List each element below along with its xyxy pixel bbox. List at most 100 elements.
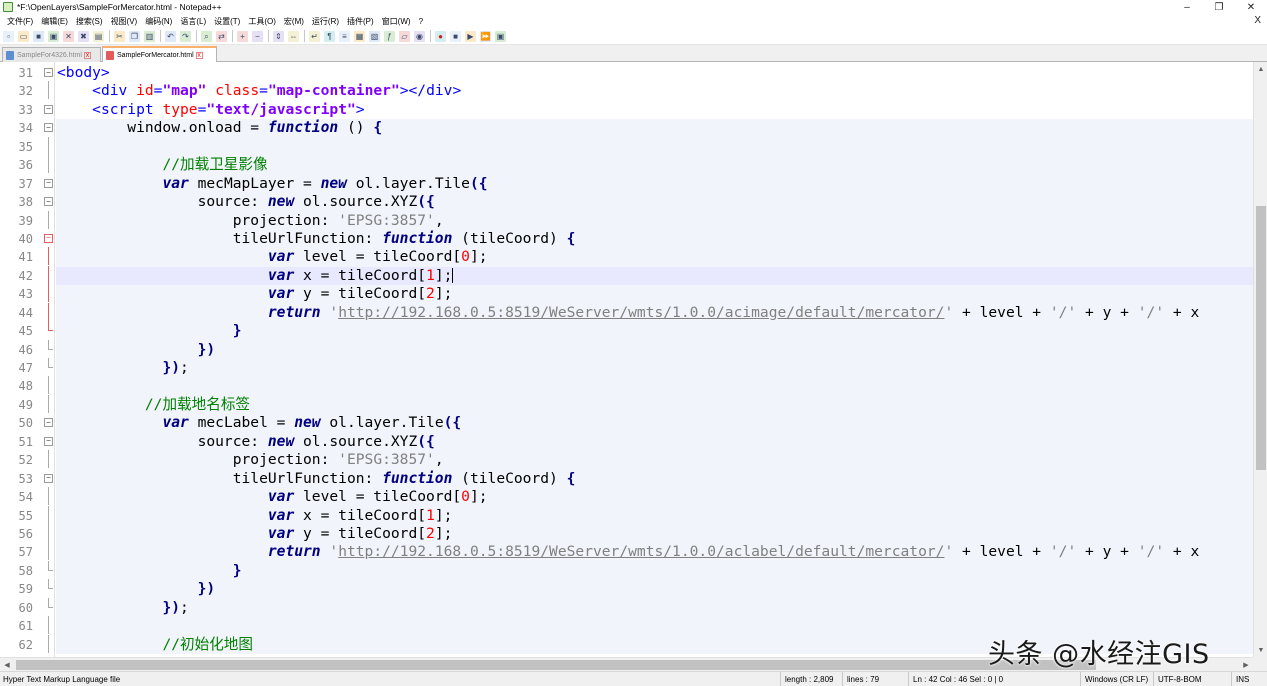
fold-toggle-icon[interactable]: −	[44, 123, 53, 133]
code-line[interactable]: 51 − source: new ol.source.XYZ({	[0, 432, 1253, 452]
code-line[interactable]: 40 − tileUrlFunction: function (tileCoord…	[0, 229, 1253, 249]
tab-close-icon[interactable]: x	[83, 51, 91, 59]
word-wrap-icon[interactable]: ↵	[309, 30, 320, 42]
close-all-icon[interactable]: ✖	[78, 30, 89, 42]
code-line[interactable]: 48	[0, 376, 1253, 396]
record-macro-icon[interactable]: ●	[435, 30, 446, 42]
code-line[interactable]: 34 − window.onload = function () {	[0, 119, 1253, 138]
doc-map-icon[interactable]: ▧	[369, 30, 380, 42]
monitoring-icon[interactable]: ◉	[414, 30, 425, 42]
tab-close-icon[interactable]: x	[195, 51, 203, 59]
code-line[interactable]: 46 })	[0, 339, 1253, 359]
code-line[interactable]: 33 − <script type="text/javascript">	[0, 101, 1253, 119]
play-multiple-icon[interactable]: ⏩	[480, 30, 491, 42]
code-line[interactable]: 59 })	[0, 579, 1253, 599]
tab-sampleformercator[interactable]: SampleForMercator.html x	[102, 46, 217, 62]
code-line[interactable]: 31 − <body>	[0, 64, 1253, 82]
sync-horizontal-icon[interactable]: ⇔	[288, 30, 299, 42]
save-macro-icon[interactable]: ▣	[495, 30, 506, 42]
menu-language[interactable]: 语言(L)	[176, 16, 210, 27]
scroll-right-arrow-icon[interactable]: ▶	[1239, 658, 1253, 672]
code-line[interactable]: 56 var y = tileCoord[2];	[0, 523, 1253, 544]
show-all-chars-icon[interactable]: ¶	[324, 30, 335, 42]
code-line[interactable]: 38 − source: new ol.source.XYZ({	[0, 193, 1253, 212]
menu-file[interactable]: 文件(F)	[3, 16, 37, 27]
fold-toggle-icon[interactable]: −	[44, 197, 53, 207]
code-line[interactable]: 52 projection: 'EPSG:3857',	[0, 450, 1253, 470]
find-icon[interactable]: ⌕	[201, 30, 212, 42]
copy-icon[interactable]: ❐	[129, 30, 140, 42]
code-line[interactable]: 54 var level = tileCoord[0];	[0, 487, 1253, 507]
scroll-down-arrow-icon[interactable]: ▼	[1254, 643, 1267, 657]
code-line[interactable]: 43 var y = tileCoord[2];	[0, 284, 1253, 304]
fold-toggle-icon[interactable]: −	[44, 473, 53, 483]
fold-toggle-icon[interactable]: −	[44, 233, 53, 243]
save-all-icon[interactable]: ▣	[48, 30, 59, 42]
new-file-icon[interactable]: ▫	[3, 30, 14, 42]
indent-guide-icon[interactable]: ≡	[339, 30, 350, 42]
menu-encoding[interactable]: 编码(N)	[141, 16, 176, 27]
restore-icon[interactable]: ❐	[1203, 0, 1235, 14]
menu-tools[interactable]: 工具(O)	[244, 16, 280, 27]
save-icon[interactable]: ■	[33, 30, 44, 42]
paste-icon[interactable]: ▥	[144, 30, 155, 42]
menu-plugins[interactable]: 插件(P)	[343, 16, 378, 27]
close-document-icon[interactable]: X	[1254, 14, 1261, 28]
print-icon[interactable]: ▤	[93, 30, 104, 42]
vertical-scrollbar[interactable]: ▲ ▼	[1253, 62, 1267, 657]
zoom-in-icon[interactable]: +	[237, 30, 248, 42]
code-line[interactable]: 32 <div id="map" class="map-container"><…	[0, 81, 1253, 100]
token-url[interactable]: http://192.168.0.5:8519/WeServer/wmts/1.…	[338, 543, 944, 560]
code-line[interactable]: 50 − var mecLabel = new ol.layer.Tile({	[0, 414, 1253, 433]
code-line[interactable]: 44 return 'http://192.168.0.5:8519/WeSer…	[0, 302, 1253, 323]
menu-view[interactable]: 视图(V)	[107, 16, 142, 27]
udl-icon[interactable]: ▦	[354, 30, 365, 42]
code-line[interactable]: 60 });	[0, 597, 1253, 618]
play-macro-icon[interactable]: ▶	[465, 30, 476, 42]
replace-icon[interactable]: ⇄	[216, 30, 227, 42]
fold-toggle-icon[interactable]: −	[44, 436, 53, 446]
undo-icon[interactable]: ↶	[165, 30, 176, 42]
code-line[interactable]: 35	[0, 136, 1253, 157]
function-list-icon[interactable]: ƒ	[384, 30, 395, 42]
code-line[interactable]: 41 var level = tileCoord[0];	[0, 247, 1253, 267]
vertical-scroll-thumb[interactable]	[1256, 206, 1266, 470]
stop-macro-icon[interactable]: ■	[450, 30, 461, 42]
code-editor[interactable]: 31− <body> 32 <div id="map" class="map-con…	[0, 62, 1253, 657]
menu-help[interactable]: ?	[415, 17, 427, 26]
scroll-up-arrow-icon[interactable]: ▲	[1254, 62, 1267, 76]
open-file-icon[interactable]: ▭	[18, 30, 29, 42]
code-line[interactable]: 55 var x = tileCoord[1];	[0, 505, 1253, 525]
sync-vertical-icon[interactable]: ⇕	[273, 30, 284, 42]
tab-samplefor4326[interactable]: SampleFor4326.html x	[2, 47, 101, 62]
code-line[interactable]: 42 var x = tileCoord[1];	[0, 265, 1253, 286]
fold-toggle-icon[interactable]: −	[44, 178, 53, 188]
status-encoding[interactable]: UTF-8-BOM	[1153, 672, 1231, 686]
scroll-left-arrow-icon[interactable]: ◀	[0, 658, 14, 672]
redo-icon[interactable]: ↷	[180, 30, 191, 42]
fold-toggle-icon[interactable]: −	[44, 68, 53, 77]
fold-toggle-icon[interactable]: −	[44, 104, 53, 114]
status-eol[interactable]: Windows (CR LF)	[1080, 672, 1153, 686]
code-line[interactable]: 47 });	[0, 358, 1253, 378]
menu-macro[interactable]: 宏(M)	[280, 16, 308, 27]
horizontal-scroll-thumb[interactable]	[16, 660, 1096, 670]
status-insert-mode[interactable]: INS	[1231, 672, 1267, 686]
folder-workspace-icon[interactable]: ▱	[399, 30, 410, 42]
code-line[interactable]: 45 }	[0, 321, 1253, 341]
menu-settings[interactable]: 设置(T)	[210, 16, 244, 27]
code-line[interactable]: 53 − tileUrlFunction: function (tileCoord…	[0, 469, 1253, 489]
zoom-out-icon[interactable]: −	[252, 30, 263, 42]
code-line[interactable]: 36 //加载卫星影像	[0, 155, 1253, 175]
close-icon[interactable]: ✕	[63, 30, 74, 42]
code-line[interactable]: 39 projection: 'EPSG:3857',	[0, 210, 1253, 230]
fold-toggle-icon[interactable]: −	[44, 418, 53, 428]
code-line[interactable]: 58 }	[0, 560, 1253, 581]
code-line[interactable]: 57 return 'http://192.168.0.5:8519/WeSer…	[0, 542, 1253, 562]
menu-search[interactable]: 搜索(S)	[72, 16, 107, 27]
token-url[interactable]: http://192.168.0.5:8519/WeServer/wmts/1.…	[338, 304, 944, 321]
minimize-icon[interactable]: –	[1171, 0, 1203, 14]
close-window-icon[interactable]: ✕	[1235, 0, 1267, 14]
code-line[interactable]: 49 //加载地名标签	[0, 394, 1253, 415]
menu-window[interactable]: 窗口(W)	[378, 16, 415, 27]
